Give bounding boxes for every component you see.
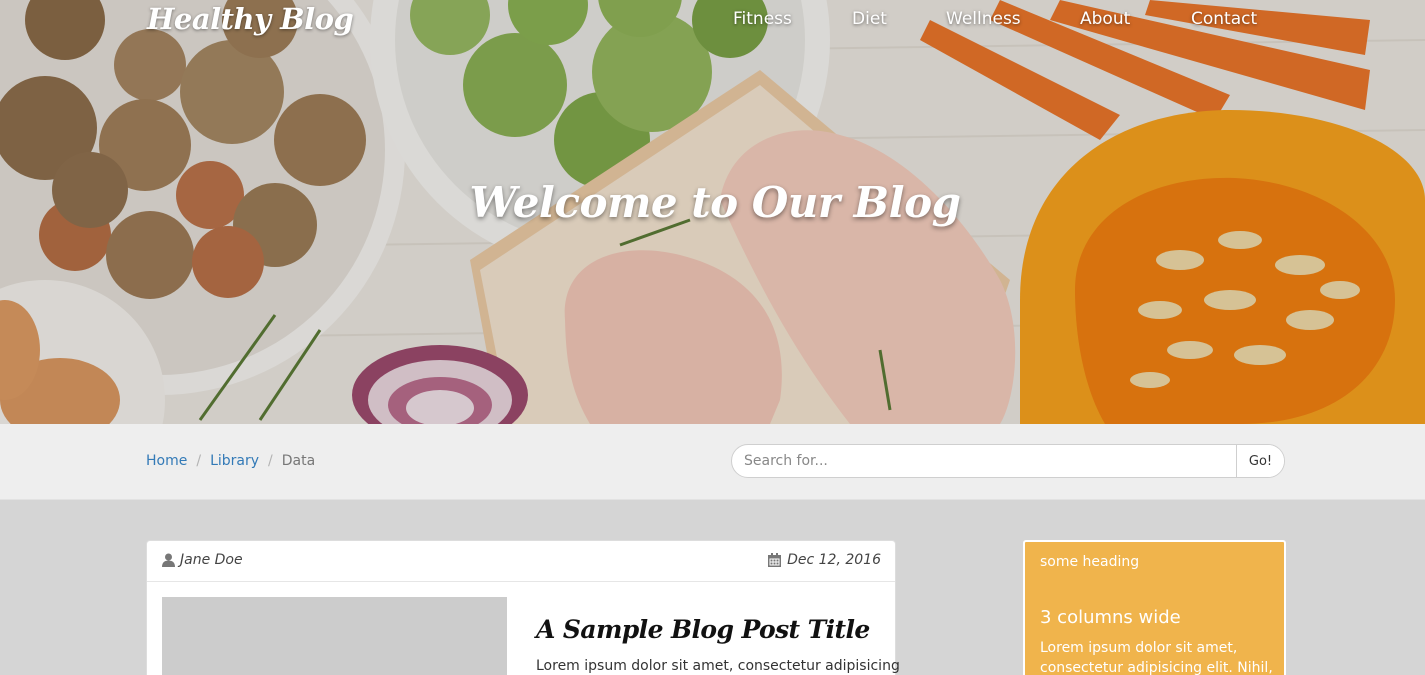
post-author: Jane Doe <box>162 552 243 568</box>
breadcrumb-separator: / <box>196 453 202 469</box>
breadcrumb-current: Data <box>281 453 316 469</box>
search-group: Go! <box>731 444 1285 478</box>
nav-wellness[interactable]: Wellness <box>946 9 1021 29</box>
post-title[interactable]: A Sample Blog Post Title <box>536 615 870 644</box>
post-author-name: Jane Doe <box>180 552 243 568</box>
post-date: Dec 12, 2016 <box>768 552 881 568</box>
hero-title: Welcome to Our Blog <box>469 178 961 227</box>
sidebar-panel: some heading 3 columns wide Lorem ipsum … <box>1023 540 1286 675</box>
post-meta: Jane Doe Dec 12, 2016 <box>147 541 895 582</box>
user-icon <box>162 553 175 567</box>
calendar-icon <box>768 553 782 567</box>
post-excerpt: Lorem ipsum dolor sit amet, consectetur … <box>536 658 900 674</box>
search-input[interactable] <box>732 445 1236 477</box>
post-thumbnail[interactable] <box>162 597 507 675</box>
sidebar-heading: some heading <box>1040 554 1140 570</box>
search-go-button[interactable]: Go! <box>1236 445 1284 477</box>
blog-post-card: Jane Doe Dec 12, 2016 A Sample Blog Post… <box>146 540 900 675</box>
nav-about[interactable]: About <box>1080 9 1130 29</box>
hero-banner: Healthy Blog Fitness Diet Wellness About… <box>0 0 1425 424</box>
sidebar-body: Lorem ipsum dolor sit amet, consectetur … <box>1040 640 1273 675</box>
breadcrumb: Home / Library / Data <box>146 453 315 469</box>
post-date-text: Dec 12, 2016 <box>787 552 881 568</box>
breadcrumb-home[interactable]: Home <box>146 453 187 469</box>
sidebar-title: 3 columns wide <box>1040 607 1181 628</box>
breadcrumb-bar: Home / Library / Data Go! <box>0 424 1425 500</box>
nav-contact[interactable]: Contact <box>1191 9 1257 29</box>
nav-fitness[interactable]: Fitness <box>733 9 792 29</box>
breadcrumb-separator: / <box>268 453 273 469</box>
nav-diet[interactable]: Diet <box>852 9 887 29</box>
breadcrumb-library[interactable]: Library <box>210 453 259 469</box>
brand-logo[interactable]: Healthy Blog <box>147 2 354 36</box>
